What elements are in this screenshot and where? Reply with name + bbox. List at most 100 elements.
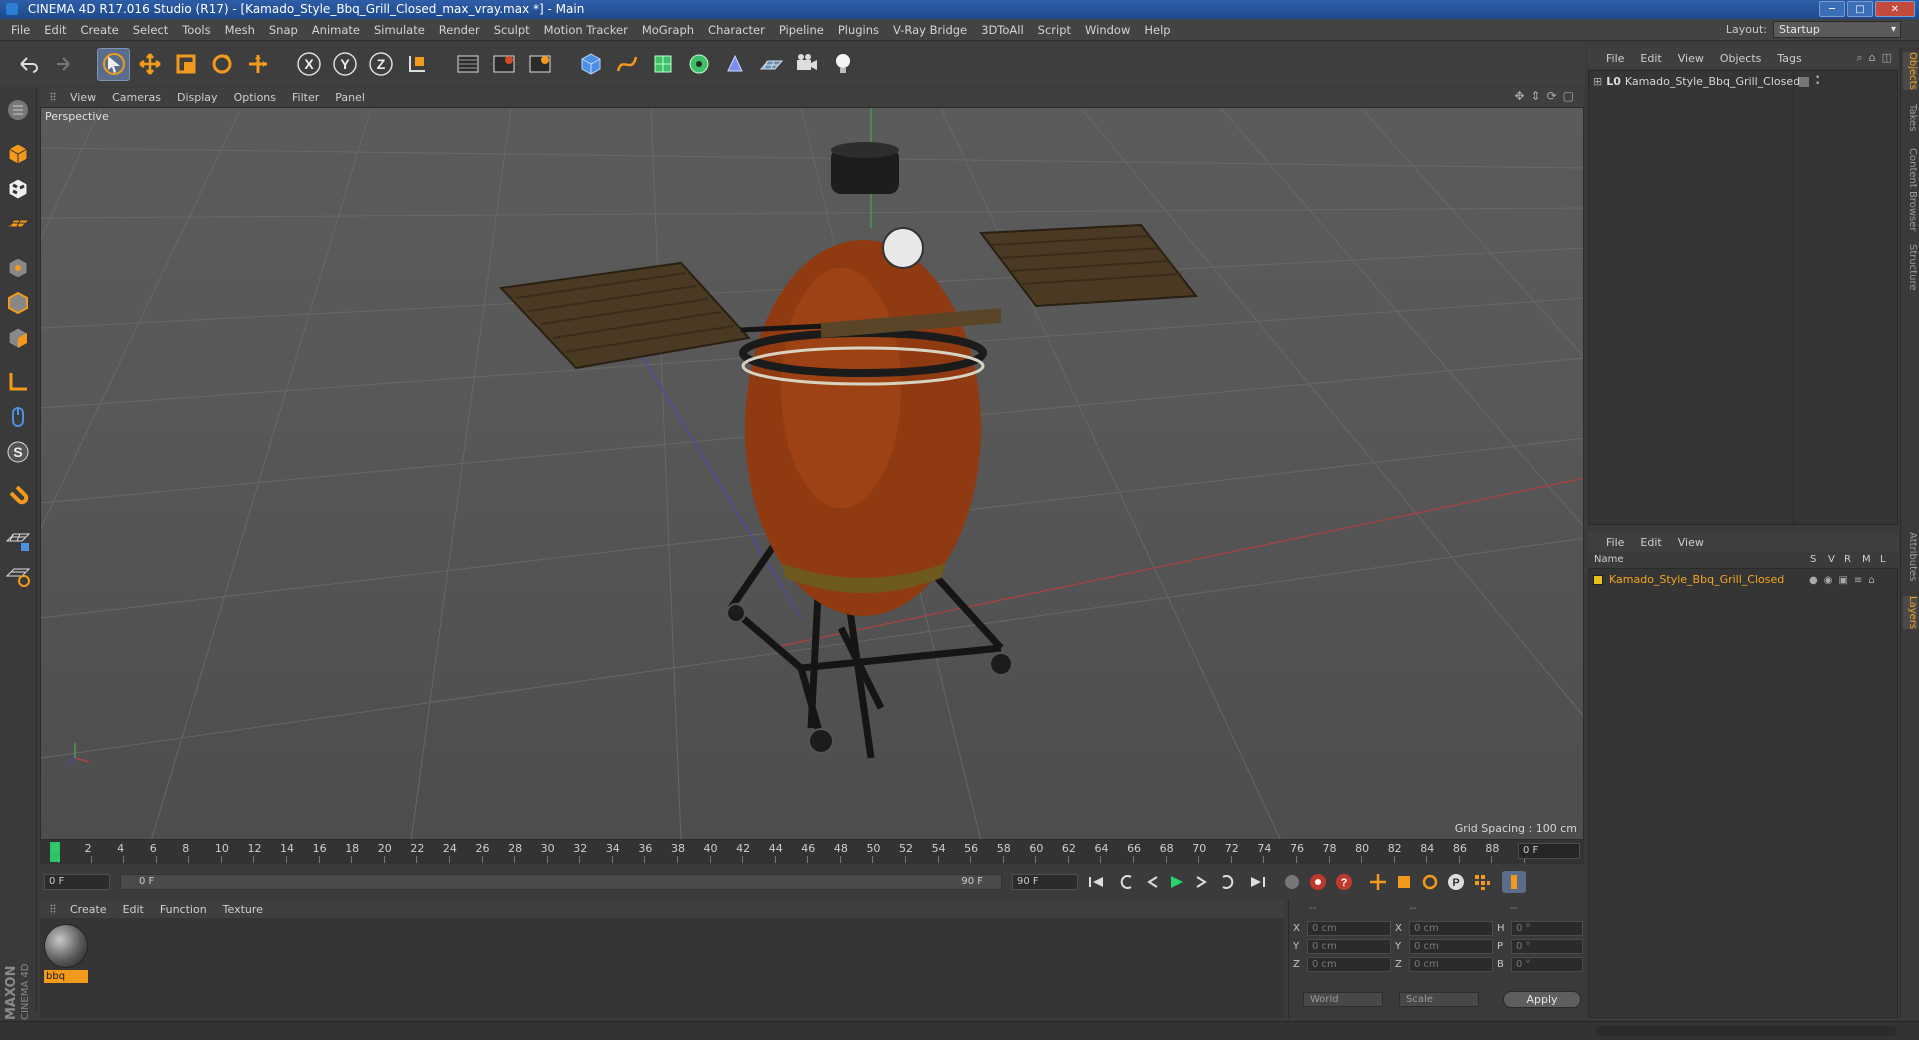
- dolly-view-icon[interactable]: ⇕: [1531, 89, 1541, 103]
- panel-grip-icon[interactable]: [50, 904, 56, 914]
- key-scale-icon[interactable]: [1392, 871, 1416, 893]
- close-button[interactable]: ✕: [1875, 1, 1915, 17]
- viewport-perspective[interactable]: Perspective Grid Spacing : 100 cm: [40, 107, 1584, 840]
- layers-menu-file[interactable]: File: [1598, 536, 1632, 549]
- coordinate-space-dropdown[interactable]: World: [1303, 992, 1383, 1007]
- move-tool-icon[interactable]: [133, 48, 166, 81]
- objects-menu-tags[interactable]: Tags: [1769, 52, 1809, 65]
- layer-color-swatch[interactable]: [1593, 574, 1603, 585]
- menu-mesh[interactable]: Mesh: [218, 19, 262, 41]
- material-name-label[interactable]: bbq: [44, 970, 88, 983]
- visibility-dots-icon[interactable]: • •: [1815, 74, 1820, 89]
- tab-content-browser[interactable]: Content Browser: [1903, 148, 1918, 231]
- rotation-b-field[interactable]: 0 °: [1511, 956, 1583, 972]
- viewport-menu-view[interactable]: View: [62, 91, 104, 104]
- home-icon[interactable]: ⌂: [1869, 51, 1876, 65]
- edges-mode-icon[interactable]: [2, 287, 34, 319]
- objects-menu-objects[interactable]: Objects: [1712, 52, 1770, 65]
- array-cloner-icon[interactable]: [682, 48, 715, 81]
- texture-mode-icon[interactable]: [2, 173, 34, 205]
- search-icon[interactable]: ⌕: [1856, 51, 1862, 65]
- menu-sculpt[interactable]: Sculpt: [487, 19, 537, 41]
- menu-create[interactable]: Create: [74, 19, 126, 41]
- solo-toggle-icon[interactable]: ●: [1809, 575, 1818, 586]
- render-settings-icon[interactable]: [523, 48, 556, 81]
- objects-menu-view[interactable]: View: [1670, 52, 1712, 65]
- menu-pipeline[interactable]: Pipeline: [772, 19, 831, 41]
- menu-character[interactable]: Character: [701, 19, 772, 41]
- points-mode-icon[interactable]: [2, 252, 34, 284]
- model-mode-icon[interactable]: [2, 138, 34, 170]
- menu-select[interactable]: Select: [126, 19, 175, 41]
- rotate-tool-icon[interactable]: [205, 48, 238, 81]
- menu-plugins[interactable]: Plugins: [831, 19, 886, 41]
- position-y-field[interactable]: 0 cm: [1307, 938, 1391, 954]
- tab-structure[interactable]: Structure: [1903, 244, 1918, 291]
- redo-icon[interactable]: [46, 48, 79, 81]
- key-rotation-icon[interactable]: [1418, 871, 1442, 893]
- menu-mograph[interactable]: MoGraph: [635, 19, 701, 41]
- panel-grip-icon[interactable]: [50, 92, 56, 102]
- menu-tools[interactable]: Tools: [175, 19, 217, 41]
- layers-menu-view[interactable]: View: [1670, 536, 1712, 549]
- record-keys-disabled-icon[interactable]: [1280, 871, 1304, 893]
- live-selection-icon[interactable]: [97, 47, 130, 81]
- layer-horizontal-scrollbar[interactable]: [1596, 1026, 1896, 1036]
- tweak-mode-icon[interactable]: [2, 401, 34, 433]
- key-parameter-icon[interactable]: P: [1444, 871, 1468, 893]
- apply-button[interactable]: Apply: [1503, 991, 1581, 1008]
- object-name[interactable]: Kamado_Style_Bbq_Grill_Closed: [1625, 75, 1800, 88]
- material-menu-texture[interactable]: Texture: [215, 903, 271, 916]
- menu-file[interactable]: File: [4, 19, 37, 41]
- menu-snap[interactable]: Snap: [262, 19, 305, 41]
- lock-workplane-icon[interactable]: [2, 559, 34, 591]
- pan-view-icon[interactable]: ✥: [1514, 89, 1524, 103]
- current-frame-marker[interactable]: [50, 842, 60, 862]
- solo-mode-icon[interactable]: S: [2, 436, 34, 468]
- scale-tool-icon[interactable]: [169, 48, 202, 81]
- render-to-picture-viewer-icon[interactable]: [487, 48, 520, 81]
- viewport-menu-cameras[interactable]: Cameras: [104, 91, 169, 104]
- menu-script[interactable]: Script: [1031, 19, 1078, 41]
- minimize-button[interactable]: ─: [1819, 1, 1845, 17]
- enable-workplane-snap-icon[interactable]: [2, 524, 34, 556]
- start-frame-field[interactable]: 0 F: [44, 874, 110, 890]
- goto-next-key-icon[interactable]: [1216, 871, 1240, 893]
- object-row[interactable]: ⊞ L0 Kamado_Style_Bbq_Grill_Closed: [1593, 75, 1800, 88]
- subdivision-surface-icon[interactable]: [646, 48, 679, 81]
- spline-pen-icon[interactable]: [610, 48, 643, 81]
- goto-end-icon[interactable]: [1246, 871, 1270, 893]
- menu-vray-bridge[interactable]: V-Ray Bridge: [886, 19, 974, 41]
- layer-row[interactable]: Kamado_Style_Bbq_Grill_Closed: [1593, 573, 1784, 586]
- objects-menu-edit[interactable]: Edit: [1632, 52, 1669, 65]
- menu-window[interactable]: Window: [1078, 19, 1137, 41]
- rotation-p-field[interactable]: 0 °: [1511, 938, 1583, 954]
- render-toggle-icon[interactable]: ▣: [1838, 575, 1847, 586]
- end-frame-field[interactable]: 90 F: [1012, 874, 1078, 890]
- current-frame-field[interactable]: 0 F: [1518, 843, 1580, 859]
- rotation-h-field[interactable]: 0 °: [1511, 920, 1583, 936]
- menu-animate[interactable]: Animate: [305, 19, 367, 41]
- objects-menu-file[interactable]: File: [1598, 52, 1632, 65]
- floor-icon[interactable]: [754, 48, 787, 81]
- viewport-menu-display[interactable]: Display: [169, 91, 226, 104]
- transform-tool-icon[interactable]: [241, 48, 274, 81]
- key-pla-icon[interactable]: [1470, 871, 1494, 893]
- z-axis-lock-icon[interactable]: Z: [364, 48, 397, 81]
- material-preview-sphere[interactable]: [44, 924, 88, 968]
- layer-name[interactable]: Kamado_Style_Bbq_Grill_Closed: [1609, 573, 1784, 586]
- lock-toggle-icon[interactable]: ⌂: [1868, 575, 1874, 586]
- cube-primitive-icon[interactable]: [574, 48, 607, 81]
- size-y-field[interactable]: 0 cm: [1409, 938, 1493, 954]
- menu-simulate[interactable]: Simulate: [367, 19, 432, 41]
- viewport-menu-options[interactable]: Options: [226, 91, 284, 104]
- layer-tag-icon[interactable]: [1799, 77, 1809, 87]
- light-icon[interactable]: [826, 48, 859, 81]
- layout-dropdown[interactable]: Startup: [1773, 21, 1901, 38]
- menu-motion-tracker[interactable]: Motion Tracker: [537, 19, 635, 41]
- deformer-icon[interactable]: [718, 48, 751, 81]
- menu-edit[interactable]: Edit: [37, 19, 73, 41]
- visible-toggle-icon[interactable]: ◉: [1824, 575, 1833, 586]
- autokeying-icon[interactable]: ?: [1332, 871, 1356, 893]
- position-z-field[interactable]: 0 cm: [1307, 956, 1391, 972]
